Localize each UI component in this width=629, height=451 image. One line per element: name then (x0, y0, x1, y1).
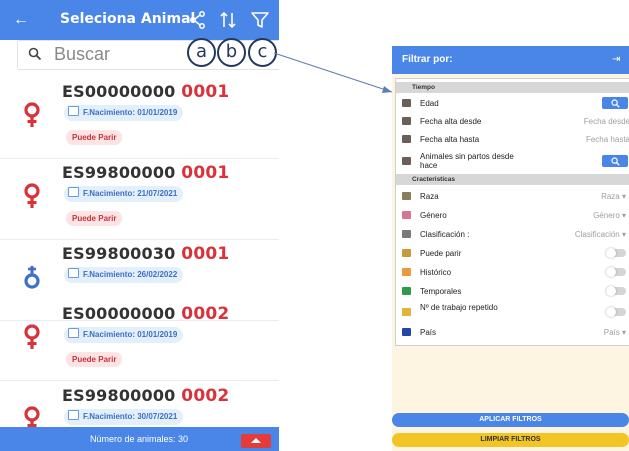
filter-label: Fecha alta desde (420, 117, 482, 126)
breed-icon (402, 192, 411, 200)
filter-row-fecha-alta-desde[interactable]: Fecha alta desde Fecha desde (396, 113, 629, 130)
filter-row-pais[interactable]: País País ▾ (396, 324, 629, 341)
calendar-icon (402, 99, 411, 107)
section-tiempo-label: Tiempo (412, 84, 435, 91)
history-icon (402, 268, 411, 276)
search-button[interactable] (602, 97, 628, 109)
tag-icon (402, 308, 411, 316)
history-toggle[interactable] (606, 267, 626, 277)
search-button[interactable] (602, 155, 628, 167)
filter-label: País (420, 328, 437, 337)
filter-label: Temporales (420, 287, 462, 296)
filter-panel: Filtrar por: ⇥ Tiempo Edad Fecha alta de… (392, 46, 629, 451)
date-from-field[interactable]: Fecha desde (584, 117, 629, 126)
filter-body: Tiempo Edad Fecha alta desde Fecha desde… (395, 78, 629, 346)
filter-label: Género (420, 211, 447, 220)
temporary-toggle[interactable] (606, 286, 626, 296)
gender-dropdown[interactable]: Género ▾ (593, 211, 626, 220)
filter-row-fecha-alta-hasta[interactable]: Fecha alta hasta Fecha hasta (396, 131, 629, 148)
gender-icon (402, 211, 411, 219)
search-icon (610, 157, 620, 166)
filter-row-clasificacion[interactable]: Clasificación : Clasificación ▾ (396, 226, 629, 243)
section-header-tiempo: Tiempo (396, 82, 629, 93)
repeated-work-number-toggle[interactable] (606, 307, 626, 317)
calendar-icon (402, 157, 411, 165)
temporary-icon (402, 287, 411, 295)
classification-dropdown[interactable]: Clasificación ▾ (575, 230, 626, 239)
birth-icon (402, 249, 411, 257)
calendar-icon (402, 135, 411, 143)
filter-header: Filtrar por: ⇥ (392, 46, 629, 74)
filter-label: Animales sin partos desde hace (420, 152, 514, 170)
filter-row-sin-partos[interactable]: Animales sin partos desde hace (396, 150, 629, 172)
apply-filters-button[interactable]: APLICAR FILTROS (392, 413, 629, 427)
exit-icon[interactable]: ⇥ (612, 54, 620, 65)
country-dropdown[interactable]: País ▾ (604, 328, 626, 337)
filter-label: Fecha alta hasta (420, 135, 480, 144)
breed-dropdown[interactable]: Raza ▾ (601, 192, 626, 201)
filter-label: Edad (420, 99, 439, 108)
section-caracteristicas-label: Cracteristicas (412, 176, 455, 183)
filter-label: Nº de trabajo repetido (420, 303, 498, 312)
filter-label: Clasificación : (420, 230, 470, 239)
filter-row-puede-parir[interactable]: Puede parir (396, 245, 629, 262)
calendar-icon (402, 117, 411, 125)
filter-label: Histórico (420, 268, 452, 277)
filter-label: Puede parir (420, 249, 462, 258)
filter-row-edad[interactable]: Edad (396, 95, 629, 112)
filter-title: Filtrar por: (402, 54, 453, 65)
filter-label: Raza (420, 192, 439, 201)
filter-row-temporales[interactable]: Temporales (396, 283, 629, 300)
search-icon (610, 99, 620, 108)
clear-filters-button[interactable]: LIMPIAR FILTROS (392, 433, 629, 447)
filter-row-genero[interactable]: Género Género ▾ (396, 207, 629, 224)
filter-row-historico[interactable]: Histórico (396, 264, 629, 281)
filter-row-n-trabajo[interactable]: Nº de trabajo repetido (396, 301, 629, 323)
eu-flag-icon (402, 328, 411, 336)
section-header-caracteristicas: Cracteristicas (396, 174, 629, 185)
date-to-field[interactable]: Fecha hasta (586, 135, 629, 144)
filter-row-raza[interactable]: Raza Raza ▾ (396, 188, 629, 205)
can-give-birth-toggle[interactable] (606, 248, 626, 258)
list-icon (402, 230, 411, 238)
